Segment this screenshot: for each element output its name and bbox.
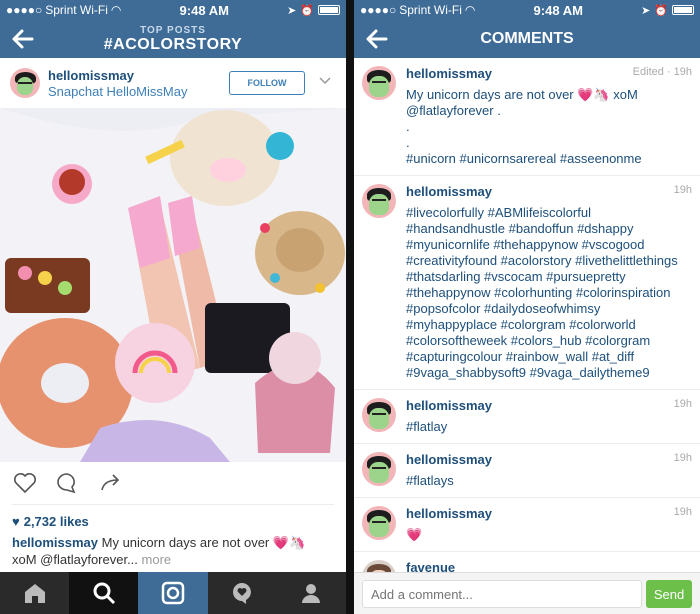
wifi-icon: ◠ [110,3,122,17]
comments-list: hellomissmay Edited · 19h My unicorn day… [354,58,700,572]
status-time: 9:48 AM [533,2,583,18]
post-username[interactable]: hellomissmay [48,68,134,83]
home-icon [24,584,45,603]
post-header: hellomissmay Snapchat HelloMissMay FOLLO… [0,58,346,108]
avatar[interactable] [362,560,396,572]
activity-bubble-icon [233,583,252,604]
comment-text: #livecolorfully #ABMlifeiscolorful #hand… [406,205,678,380]
more-link[interactable]: more [142,552,172,567]
post-photo[interactable] [0,108,346,462]
caption-line1: My unicorn days are not over 💗🦄 [101,535,306,550]
carrier: ●●●●○ Sprint Wi-Fi ◠ [6,3,121,17]
comment-item: hellomissmay 19h #flatlay [354,390,700,444]
comment-input[interactable] [362,580,642,608]
top-posts-screen: ●●●●○ Sprint Wi-Fi ◠ 9:48 AM ➤ ⏰ TOP POS… [0,0,346,614]
alarm-icon: ⏰ [300,4,314,17]
tab-bar [0,572,346,614]
likes-label: 2,732 likes [23,514,89,529]
comment-item: hellomissmay 19h #livecolorfully #ABMlif… [354,176,700,390]
chevron-down-icon[interactable] [318,74,332,88]
status-bar: ●●●●○ Sprint Wi-Fi ◠ 9:48 AM ➤ ⏰ [0,0,346,20]
comment-icon[interactable] [54,470,80,496]
comment-time: 19h [673,398,692,410]
comment-time: 19h [673,506,692,518]
avatar[interactable] [362,184,396,218]
hashtag-title: #ACOLORSTORY [103,36,243,53]
location-icon: ➤ [287,4,297,17]
comment-username[interactable]: hellomissmay [406,452,692,467]
post-caption: hellomissmay My unicorn days are not ove… [12,534,334,568]
signal-dots-icon: ●●●●○ [6,3,43,17]
heart-filled-icon: ♥ [12,514,20,529]
comment-username[interactable]: hellomissmay [406,184,692,199]
wifi-icon: ◠ [464,3,476,17]
screen-divider [346,0,354,614]
camera-icon [161,581,185,605]
comment-text: #flatlay [406,419,448,434]
follow-button[interactable]: FOLLOW [229,71,305,95]
profile-icon [302,584,321,603]
tab-camera[interactable] [138,572,208,614]
comment-text: 💗 [406,527,423,542]
comment-time: 19h [673,452,692,464]
comment-time: 19h [673,184,692,196]
comment-compose-bar: Send [354,572,700,614]
location-icon: ➤ [641,4,651,17]
divider [12,504,334,505]
comment-username[interactable]: hellomissmay [406,398,692,413]
avatar[interactable] [362,398,396,432]
comments-navbar: COMMENTS [354,20,700,58]
avatar[interactable] [362,506,396,540]
comment-text: #flatlays [406,473,454,488]
comment-item: hellomissmay 19h #flatlays [354,444,700,498]
carrier-label: Sprint Wi-Fi [45,3,108,17]
share-icon[interactable] [98,470,124,496]
comment-username[interactable]: favenue__ [406,560,692,572]
avatar[interactable] [362,66,396,100]
comment-item: favenue__ [354,552,700,572]
signal-dots-icon: ●●●●○ [360,3,397,17]
caption-line2: xoM @flatlayforever... [12,552,138,567]
alarm-icon: ⏰ [654,4,668,17]
comment-item: hellomissmay Edited · 19h My unicorn day… [354,58,700,176]
comment-time: Edited · 19h [632,66,692,78]
likes-count[interactable]: ♥ 2,732 likes [12,514,89,529]
tab-profile[interactable] [277,572,346,614]
avatar[interactable] [10,68,40,98]
battery-icon [317,5,340,15]
avatar[interactable] [362,452,396,486]
caption-username[interactable]: hellomissmay [12,535,98,550]
nav-subtitle: TOP POSTS [140,25,206,36]
comments-screen: ●●●●○ Sprint Wi-Fi ◠ 9:48 AM ➤ ⏰ COMMENT… [354,0,700,614]
tab-search[interactable] [69,572,139,614]
status-time: 9:48 AM [179,2,229,18]
comment-text: My unicorn days are not over 💗🦄 xoM @fla… [406,87,642,166]
post-location[interactable]: Snapchat HelloMissMay [48,84,187,99]
post-actions [12,470,334,498]
search-icon [93,582,115,605]
top-posts-navbar: TOP POSTS #ACOLORSTORY [0,20,346,58]
tab-home[interactable] [0,572,69,614]
tab-activity[interactable] [208,572,277,614]
carrier-label: Sprint Wi-Fi [399,3,462,17]
comment-username[interactable]: hellomissmay [406,506,692,521]
battery-icon [671,5,694,15]
comment-item: hellomissmay 19h 💗 [354,498,700,552]
flatlay-photo-illustration [0,108,346,462]
heart-icon[interactable] [12,470,38,496]
send-button[interactable]: Send [646,580,692,608]
status-bar: ●●●●○ Sprint Wi-Fi ◠ 9:48 AM ➤ ⏰ [354,0,700,20]
comments-title: COMMENTS [480,30,574,47]
